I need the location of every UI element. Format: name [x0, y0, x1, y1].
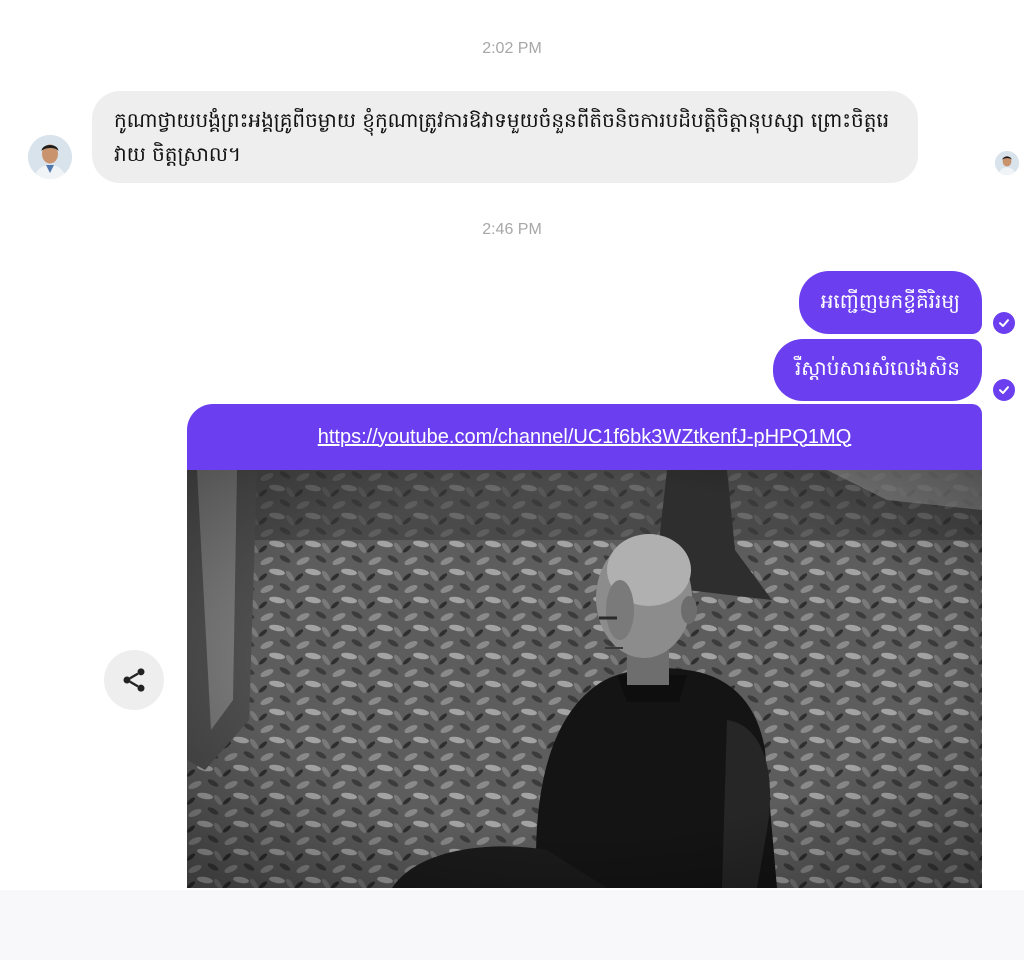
composer-area: [0, 890, 1024, 960]
incoming-message-bubble[interactable]: កូណាថ្វាយបង្គំព្រះអង្គគ្រូពីចម្ងាយ ខ្ញុំ…: [92, 91, 918, 183]
link-preview-thumbnail[interactable]: [187, 470, 982, 888]
person-photo-icon: [28, 135, 72, 179]
link-preview-card[interactable]: https://youtube.com/channel/UC1f6bk3WZtk…: [187, 404, 982, 888]
outgoing-message-bubble[interactable]: រឺស្ដាប់សារសំលេងសិន: [772, 339, 982, 401]
outgoing-message-bubble[interactable]: អញ្ជើញមកខ្ទីគិរិរម្យ: [798, 271, 982, 334]
timestamp: 2:02 PM: [482, 40, 542, 57]
read-receipt-avatar: [995, 151, 1019, 175]
person-photo-icon: [995, 151, 1019, 175]
monk-photo: [187, 470, 982, 888]
timestamp: 2:46 PM: [482, 221, 542, 238]
share-button[interactable]: [104, 650, 164, 710]
sender-avatar[interactable]: [28, 135, 72, 179]
youtube-link[interactable]: https://youtube.com/channel/UC1f6bk3WZtk…: [318, 426, 852, 449]
check-circle-icon: [993, 379, 1015, 401]
share-icon: [123, 668, 145, 692]
check-circle-icon: [993, 312, 1015, 334]
link-preview-header: https://youtube.com/channel/UC1f6bk3WZtk…: [187, 404, 982, 470]
